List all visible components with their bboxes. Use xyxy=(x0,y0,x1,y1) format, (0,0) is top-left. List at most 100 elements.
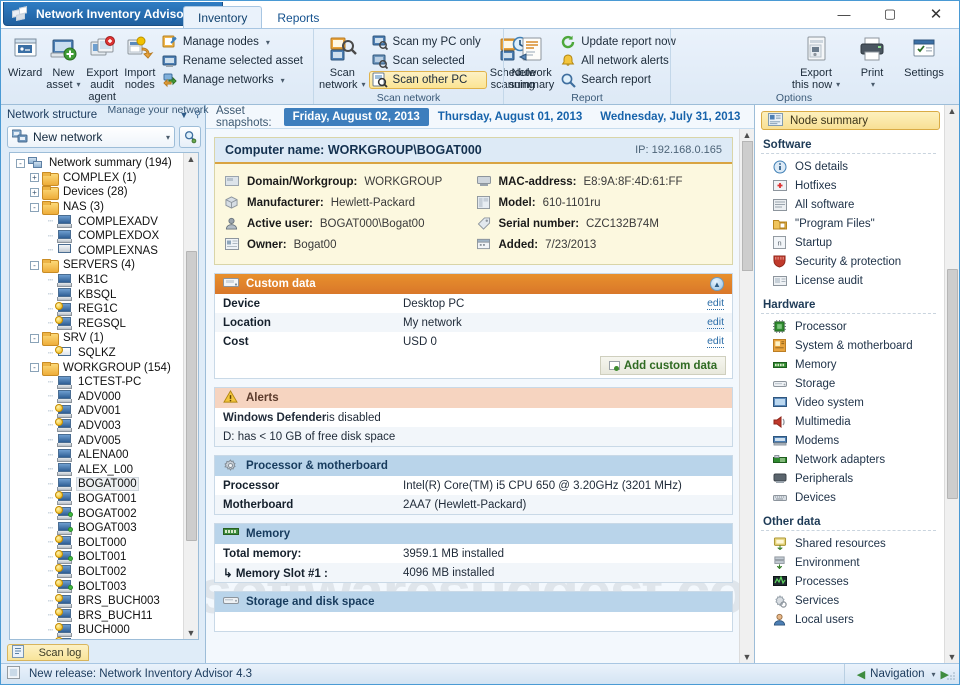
tree-node[interactable]: ┄BUCH000 xyxy=(10,623,183,638)
right-pane-item-shared-resources[interactable]: Shared resources xyxy=(761,534,944,553)
chevron-down-icon[interactable]: ▾ xyxy=(871,79,875,91)
right-pane-item-multimedia[interactable]: Multimedia xyxy=(761,412,944,431)
right-pane-item-local-users[interactable]: Local users xyxy=(761,610,944,629)
manage-networks-button[interactable]: Manage networks ▾ xyxy=(159,71,309,89)
scrollbar-thumb[interactable] xyxy=(742,141,753,271)
tree-node[interactable]: ┄BOGAT000 xyxy=(10,477,183,492)
settings-button[interactable]: Settings xyxy=(899,31,949,80)
chevron-down-icon[interactable]: ▾ xyxy=(836,79,840,91)
right-pane-item-video-system[interactable]: Video system xyxy=(761,393,944,412)
right-pane-item-processor[interactable]: Processor xyxy=(761,317,944,336)
scan-network-button[interactable]: Scan network ▾ xyxy=(318,31,367,92)
navigation-control[interactable]: ◀ Navigation ▾ ▶ xyxy=(844,664,959,684)
right-pane-item-storage[interactable]: Storage xyxy=(761,374,944,393)
right-pane-item-startup[interactable]: nStartup xyxy=(761,233,944,252)
network-select[interactable]: New network ▾ xyxy=(7,126,175,148)
all-network-alerts-button[interactable]: All network alerts xyxy=(557,52,682,70)
close-button[interactable]: ✕ xyxy=(913,1,959,27)
resize-grip-icon[interactable] xyxy=(945,670,957,682)
tree-node[interactable]: ┄REG1C xyxy=(10,302,183,317)
export-this-now-button[interactable]: Export this now ▾ xyxy=(787,31,845,92)
right-pane-item-modems[interactable]: Modems xyxy=(761,431,944,450)
tree-node[interactable]: ┄BOLT002 xyxy=(10,565,183,580)
tree-node[interactable]: +Devices (28) xyxy=(10,185,183,200)
scrollbar-thumb[interactable] xyxy=(947,269,958,499)
tree-node[interactable]: ┄ADV000 xyxy=(10,390,183,405)
chevron-down-icon[interactable]: ▾ xyxy=(77,79,81,91)
tree-node[interactable]: ┄BOGAT001 xyxy=(10,492,183,507)
right-pane-item-system-motherboard[interactable]: System & motherboard xyxy=(761,336,944,355)
edit-link[interactable]: edit xyxy=(707,297,724,310)
tree-node[interactable]: ┄ALENA00 xyxy=(10,448,183,463)
scroll-up-arrow[interactable]: ▲ xyxy=(743,130,752,140)
right-pane-item-program-files[interactable]: "Program Files" xyxy=(761,214,944,233)
chevron-down-icon[interactable]: ▾ xyxy=(281,76,285,85)
tree-node[interactable]: ┄COMPLEXADV xyxy=(10,214,183,229)
tree-node[interactable]: ┄BOGAT003 xyxy=(10,521,183,536)
scroll-down-arrow[interactable]: ▼ xyxy=(187,628,196,638)
tree-node[interactable]: -WORKGROUP (154) xyxy=(10,360,183,375)
tree-node[interactable]: ┄ADV003 xyxy=(10,419,183,434)
tab-reports[interactable]: Reports xyxy=(262,6,334,28)
right-pane-item-license-audit[interactable]: License audit xyxy=(761,271,944,290)
report-scrollbar[interactable]: ▲ ▼ xyxy=(739,129,754,663)
tab-inventory[interactable]: Inventory xyxy=(183,6,262,28)
scan-my-pc-only-button[interactable]: Scan my PC only xyxy=(369,33,487,51)
right-pane-item-devices[interactable]: Devices xyxy=(761,488,944,507)
network-search-button[interactable] xyxy=(179,126,201,148)
chevron-down-icon[interactable]: ▾ xyxy=(166,133,170,142)
tree-node[interactable]: ┄BUCH001 xyxy=(10,638,183,639)
tree-expander[interactable]: - xyxy=(30,363,39,372)
maximize-button[interactable]: ▢ xyxy=(867,1,913,27)
edit-link[interactable]: edit xyxy=(707,335,724,348)
export-audit-agent-button[interactable]: Export audit agent xyxy=(84,31,121,104)
scroll-down-arrow[interactable]: ▼ xyxy=(743,652,752,662)
snapshot-tab-2[interactable]: Wednesday, July 31, 2013 xyxy=(591,108,749,126)
add-custom-data-button[interactable]: Add custom data xyxy=(600,356,726,375)
print-button[interactable]: Print ▾ xyxy=(847,31,897,92)
node-sections-scrollbar[interactable]: ▲ ▼ xyxy=(944,105,959,663)
chevron-down-icon[interactable]: ▾ xyxy=(362,79,366,91)
tree-node[interactable]: ┄REGSQL xyxy=(10,317,183,332)
tree-node[interactable]: ┄BOLT003 xyxy=(10,579,183,594)
tree-node[interactable]: ┄BOLT000 xyxy=(10,535,183,550)
scan-other-pc-button[interactable]: Scan other PC xyxy=(369,71,487,89)
tree-node[interactable]: ┄BRS_BUCH003 xyxy=(10,594,183,609)
tree-node[interactable]: ┄KBSQL xyxy=(10,287,183,302)
tree-expander[interactable]: - xyxy=(16,159,25,168)
tree-node[interactable]: ┄ADV001 xyxy=(10,404,183,419)
node-summary-button[interactable]: Node summary xyxy=(761,111,940,130)
tree-node[interactable]: ┄ADV005 xyxy=(10,433,183,448)
tree-expander[interactable]: - xyxy=(30,203,39,212)
right-pane-item-all-software[interactable]: All software xyxy=(761,195,944,214)
nav-back-icon[interactable]: ◀ xyxy=(857,668,865,681)
scrollbar-track[interactable] xyxy=(740,140,754,652)
chevron-down-icon[interactable]: ▾ xyxy=(266,38,270,47)
right-pane-item-os-details[interactable]: OS details xyxy=(761,157,944,176)
tree-expander[interactable]: + xyxy=(30,188,39,197)
search-report-button[interactable]: Search report xyxy=(557,71,682,89)
minimize-button[interactable]: — xyxy=(821,1,867,27)
tree-node[interactable]: +COMPLEX (1) xyxy=(10,171,183,186)
right-pane-item-services[interactable]: Services xyxy=(761,591,944,610)
tree-node[interactable]: ┄BOLT001 xyxy=(10,550,183,565)
wizard-button[interactable]: Wizard xyxy=(7,31,43,80)
right-pane-item-security-protection[interactable]: Security & protection xyxy=(761,252,944,271)
edit-link[interactable]: edit xyxy=(707,316,724,329)
tree-node[interactable]: -SERVERS (4) xyxy=(10,258,183,273)
scroll-up-arrow[interactable]: ▲ xyxy=(948,106,957,116)
right-pane-item-network-adapters[interactable]: Network adapters xyxy=(761,450,944,469)
snapshot-tab-1[interactable]: Thursday, August 01, 2013 xyxy=(429,108,591,126)
right-pane-item-peripherals[interactable]: Peripherals xyxy=(761,469,944,488)
import-nodes-button[interactable]: Import nodes xyxy=(123,31,157,92)
new-asset-button[interactable]: New asset ▾ xyxy=(45,31,81,92)
tree-node[interactable]: ┄COMPLEXNAS xyxy=(10,244,183,259)
tree-node[interactable]: -NAS (3) xyxy=(10,200,183,215)
tree-expander[interactable]: - xyxy=(30,261,39,270)
tree-expander[interactable]: - xyxy=(30,334,39,343)
update-report-now-button[interactable]: Update report now xyxy=(557,33,682,51)
tree-expander[interactable]: + xyxy=(30,173,39,182)
tree-node[interactable]: ┄BOGAT002 xyxy=(10,506,183,521)
scrollbar-thumb[interactable] xyxy=(186,251,197,541)
tree-scrollbar[interactable]: ▲ ▼ xyxy=(183,153,198,639)
